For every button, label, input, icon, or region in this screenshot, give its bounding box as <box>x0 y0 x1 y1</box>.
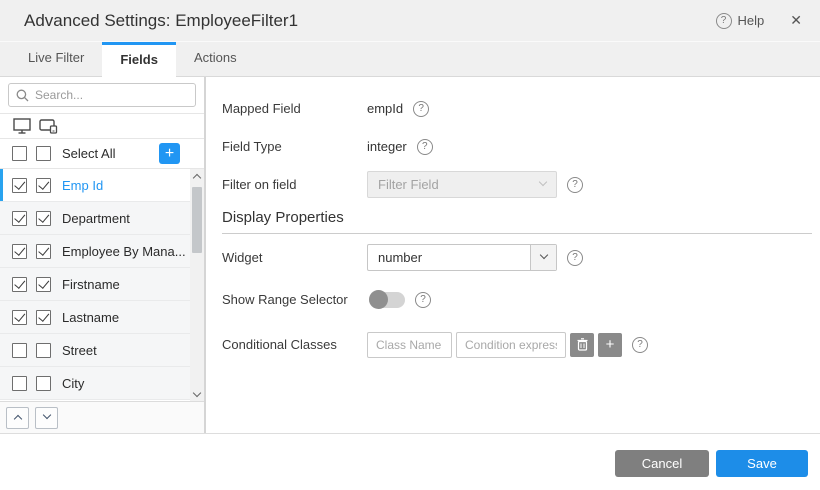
trash-icon <box>577 338 588 351</box>
conditional-classes-label: Conditional Classes <box>222 337 367 352</box>
mapped-field-label: Mapped Field <box>222 101 367 116</box>
widget-label: Widget <box>222 250 367 265</box>
filter-on-field-help-icon[interactable]: ? <box>567 177 583 193</box>
select-all-label: Select All <box>62 146 115 161</box>
cancel-button[interactable]: Cancel <box>615 450 709 477</box>
web-checkbox[interactable] <box>12 244 27 259</box>
web-checkbox[interactable] <box>12 310 27 325</box>
desktop-monitor-icon <box>13 118 31 134</box>
help-label: Help <box>738 13 765 28</box>
filter-on-field-label: Filter on field <box>222 177 367 192</box>
chevron-down-icon <box>539 251 547 259</box>
field-row-label: Employee By Mana... <box>62 244 186 259</box>
move-up-button[interactable] <box>6 407 29 429</box>
condition-expression-input[interactable] <box>456 332 566 358</box>
field-row-label: Firstname <box>62 277 120 292</box>
field-row[interactable]: Department <box>0 202 190 235</box>
tab-fields[interactable]: Fields <box>102 42 176 77</box>
mobile-checkbox[interactable] <box>36 310 51 325</box>
tab-live-filter[interactable]: Live Filter <box>10 42 102 76</box>
field-type-label: Field Type <box>222 139 367 154</box>
class-name-input[interactable] <box>367 332 452 358</box>
scroll-down-icon[interactable] <box>190 387 204 401</box>
widget-select[interactable]: number <box>367 244 557 271</box>
search-box <box>8 83 196 107</box>
chevron-down-icon <box>539 178 547 186</box>
device-columns-header <box>0 113 204 139</box>
delete-conditional-class-button[interactable] <box>570 333 594 357</box>
list-scrollbar[interactable] <box>190 169 204 401</box>
field-type-help-icon[interactable]: ? <box>417 139 433 155</box>
close-icon[interactable]: ✕ <box>786 10 806 31</box>
field-row[interactable]: Street <box>0 334 190 367</box>
display-properties-heading: Display Properties <box>222 209 812 234</box>
filter-on-field-placeholder: Filter Field <box>368 177 530 192</box>
web-checkbox[interactable] <box>12 376 27 391</box>
field-row[interactable]: Emp Id <box>0 169 190 202</box>
mapped-field-value: empId <box>367 101 403 116</box>
scroll-up-icon[interactable] <box>190 169 204 183</box>
move-down-button[interactable] <box>35 407 58 429</box>
widget-selected-value: number <box>368 250 530 265</box>
mobile-checkbox[interactable] <box>36 376 51 391</box>
search-icon <box>16 89 29 102</box>
field-list-wrap: Emp Id Department Employee By Mana... Fi… <box>0 169 204 401</box>
scrollbar-thumb[interactable] <box>192 187 202 253</box>
field-row-label: City <box>62 376 84 391</box>
mobile-devices-icon <box>39 118 59 134</box>
help-button[interactable]: ? Help <box>716 13 765 29</box>
field-row[interactable]: Firstname <box>0 268 190 301</box>
field-row-label: Emp Id <box>62 178 103 193</box>
web-checkbox[interactable] <box>12 211 27 226</box>
field-row[interactable]: Lastname <box>0 301 190 334</box>
web-checkbox[interactable] <box>12 277 27 292</box>
save-button[interactable]: Save <box>716 450 808 477</box>
sidebar-footer <box>0 401 204 433</box>
web-checkbox[interactable] <box>12 178 27 193</box>
filter-on-field-select: Filter Field <box>367 171 557 198</box>
select-all-row: Select All + <box>0 139 204 169</box>
widget-help-icon[interactable]: ? <box>567 250 583 266</box>
dialog-title: Advanced Settings: EmployeeFilter1 <box>24 11 716 31</box>
dialog-footer: Cancel Save <box>0 433 820 490</box>
search-input[interactable] <box>9 84 195 106</box>
web-checkbox[interactable] <box>12 343 27 358</box>
field-list: Emp Id Department Employee By Mana... Fi… <box>0 169 190 400</box>
help-icon: ? <box>716 13 732 29</box>
field-row[interactable]: City <box>0 367 190 400</box>
mapped-field-help-icon[interactable]: ? <box>413 101 429 117</box>
mobile-checkbox[interactable] <box>36 277 51 292</box>
show-range-selector-help-icon[interactable]: ? <box>415 292 431 308</box>
conditional-classes-help-icon[interactable]: ? <box>632 337 648 353</box>
fields-sidebar: Select All + Emp Id Department Employee … <box>0 77 206 433</box>
mobile-checkbox[interactable] <box>36 178 51 193</box>
select-all-mobile-checkbox[interactable] <box>36 146 51 161</box>
add-field-button[interactable]: + <box>159 143 180 164</box>
show-range-selector-label: Show Range Selector <box>222 292 367 307</box>
mobile-checkbox[interactable] <box>36 244 51 259</box>
plus-icon: + <box>606 336 615 353</box>
field-row-label: Department <box>62 211 130 226</box>
field-row[interactable]: Employee By Mana... <box>0 235 190 268</box>
show-range-selector-toggle[interactable] <box>369 292 405 308</box>
tab-actions[interactable]: Actions <box>176 42 255 76</box>
add-conditional-class-button[interactable]: + <box>598 333 622 357</box>
select-all-web-checkbox[interactable] <box>12 146 27 161</box>
mobile-checkbox[interactable] <box>36 343 51 358</box>
field-settings-panel: Mapped Field empId ? Field Type integer … <box>206 77 820 433</box>
tab-bar: Live Filter Fields Actions <box>0 42 820 77</box>
field-row-label: Lastname <box>62 310 119 325</box>
field-type-value: integer <box>367 139 407 154</box>
mobile-checkbox[interactable] <box>36 211 51 226</box>
dialog-header: Advanced Settings: EmployeeFilter1 ? Hel… <box>0 0 820 42</box>
field-row-label: Street <box>62 343 97 358</box>
